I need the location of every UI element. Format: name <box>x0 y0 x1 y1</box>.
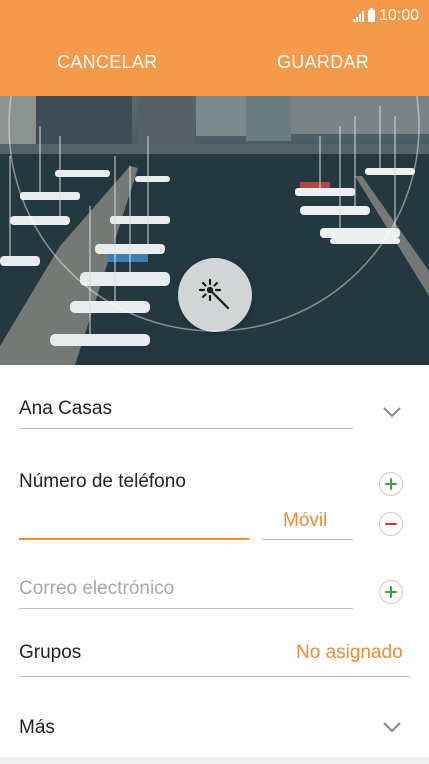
phone-input[interactable] <box>19 506 248 538</box>
phone-type-select[interactable]: Móvil <box>283 510 327 532</box>
groups-underline <box>19 676 410 677</box>
bottom-divider <box>0 757 429 764</box>
signal-icon <box>352 10 364 22</box>
battery-icon <box>367 8 375 22</box>
groups-label: Grupos <box>19 642 82 663</box>
email-underline <box>19 608 353 609</box>
magic-wand-icon <box>198 278 230 310</box>
status-time: 10:00 <box>378 7 419 24</box>
name-underline <box>19 428 353 429</box>
chevron-down-icon[interactable] <box>381 720 403 734</box>
email-input[interactable]: Correo electrónico <box>19 578 174 600</box>
add-email-button[interactable] <box>379 580 403 604</box>
phone-input-underline <box>19 538 249 540</box>
chevron-down-icon[interactable] <box>381 405 403 419</box>
cancel-button[interactable]: CANCELAR <box>57 52 157 73</box>
save-button[interactable]: GUARDAR <box>277 52 369 73</box>
status-bar: 10:00 <box>352 6 419 26</box>
photo-effect-button[interactable] <box>178 258 252 332</box>
action-bar: 10:00 CANCELAR GUARDAR <box>0 0 429 96</box>
groups-value[interactable]: No asignado <box>296 642 403 664</box>
name-field[interactable]: Ana Casas <box>19 398 112 420</box>
phone-type-underline <box>262 539 353 540</box>
more-label[interactable]: Más <box>19 717 55 739</box>
phone-label: Número de teléfono <box>19 471 186 492</box>
add-phone-button[interactable] <box>379 472 403 496</box>
minus-icon <box>385 523 397 525</box>
remove-phone-button[interactable] <box>379 512 403 536</box>
